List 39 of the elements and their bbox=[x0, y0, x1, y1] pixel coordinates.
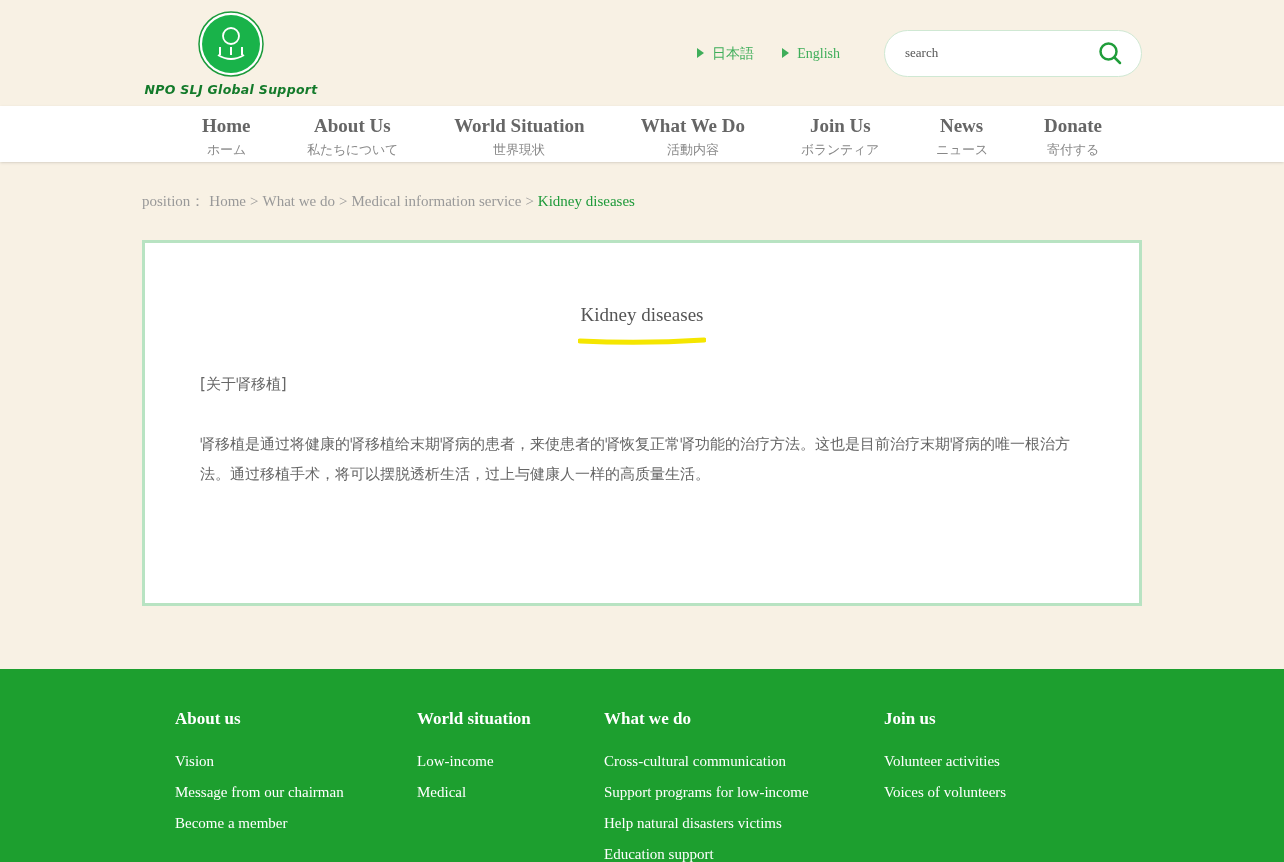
breadcrumb-separator: > bbox=[338, 192, 348, 211]
footer-link[interactable]: Voices of volunteers bbox=[884, 782, 1084, 803]
article-title: Kidney diseases bbox=[580, 302, 704, 327]
breadcrumb-separator: > bbox=[525, 192, 534, 211]
language-link[interactable]: 日本語 bbox=[697, 42, 755, 64]
footer-link[interactable]: Education support bbox=[604, 844, 884, 862]
footer-heading: Join us bbox=[884, 709, 937, 729]
breadcrumb-link[interactable]: Home bbox=[209, 190, 246, 213]
nav-item[interactable]: News ニュース bbox=[935, 106, 988, 160]
footer-heading: What we do bbox=[604, 709, 692, 729]
footer-link[interactable]: Become a member bbox=[175, 813, 417, 834]
breadcrumb-label: position： bbox=[142, 192, 206, 211]
language-link[interactable]: English bbox=[782, 42, 840, 64]
article-paragraph: 肾移植是通过将健康的肾移植给末期肾病的患者，来使患者的肾恢复正常肾功能的治疗方法。这也是目前治疗末期肾病的唯一根治方法。通过移植手术，将可以摆脱透析生活，过上与健康人一样的高质量生活。 bbox=[200, 434, 1071, 485]
breadcrumb-link[interactable]: Kidney diseases bbox=[537, 190, 635, 213]
breadcrumb-link[interactable]: Medical information service bbox=[351, 190, 522, 213]
footer-heading: About us bbox=[175, 709, 242, 729]
footer-link[interactable]: Cross-cultural communication bbox=[604, 751, 884, 772]
footer-link[interactable]: Support programs for low-income bbox=[604, 782, 884, 803]
breadcrumb-link[interactable]: What we do bbox=[262, 190, 335, 213]
search-field[interactable]: search bbox=[884, 29, 1142, 77]
footer-link[interactable]: Volunteer activities bbox=[884, 751, 1084, 772]
nav-item[interactable]: About Us 私たちについて bbox=[306, 106, 398, 160]
article-paragraph: [关于肾移植] bbox=[200, 374, 288, 395]
footer-link[interactable]: Message from our chairman bbox=[175, 782, 417, 803]
logo-text: NPO SLJ Global Support bbox=[144, 80, 318, 99]
footer-link[interactable]: Low-income bbox=[417, 751, 604, 772]
nav-item[interactable]: Donate 寄付する bbox=[1043, 106, 1102, 160]
nav-item[interactable]: Home ホーム bbox=[202, 106, 251, 160]
footer-link[interactable]: Help natural disasters victims bbox=[604, 813, 884, 834]
nav-item[interactable]: Join Us ボランティア bbox=[801, 106, 880, 160]
footer-link[interactable]: Vision bbox=[175, 751, 417, 772]
footer-heading: World situation bbox=[417, 709, 532, 729]
logo-icon[interactable] bbox=[198, 10, 264, 77]
nav-item[interactable]: World Situation 世界現状 bbox=[454, 106, 585, 160]
breadcrumb-separator: > bbox=[250, 192, 259, 211]
footer-link[interactable]: Medical bbox=[417, 782, 604, 803]
search-icon[interactable] bbox=[1098, 40, 1122, 65]
nav-item[interactable]: What We Do 活動内容 bbox=[640, 106, 745, 160]
